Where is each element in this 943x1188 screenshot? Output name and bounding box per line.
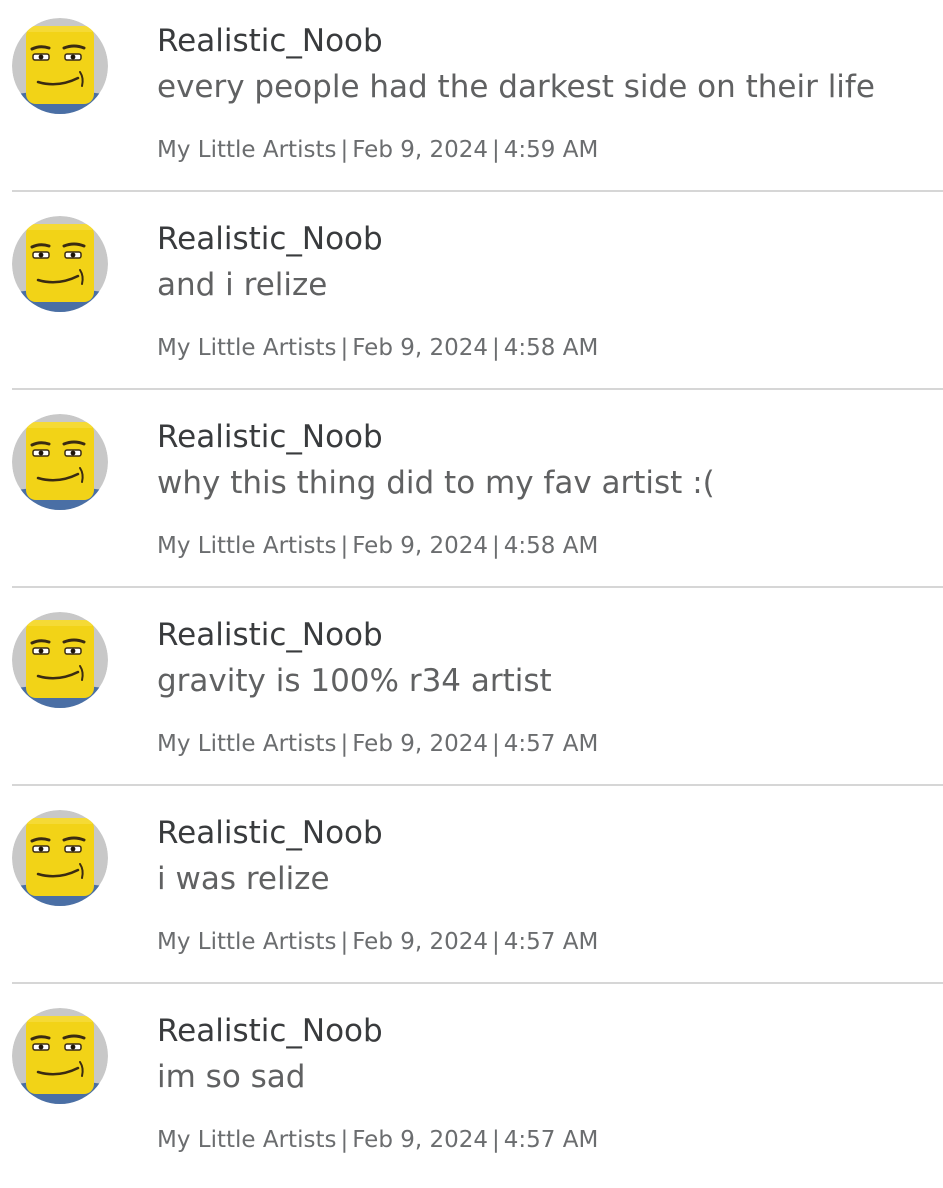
comment-divider	[12, 388, 943, 390]
comment-time: 4:58 AM	[503, 533, 599, 559]
comment-meta: My Little Artists | Feb 9, 2024 | 4:57 AM	[157, 729, 598, 759]
comment-group-link[interactable]: My Little Artists	[157, 137, 336, 163]
comment-username[interactable]: Realistic_Noob	[157, 1012, 383, 1050]
comment-message: gravity is 100% r34 artist	[157, 663, 552, 699]
comment-date: Feb 9, 2024	[352, 335, 489, 361]
meta-separator: |	[492, 1127, 500, 1153]
roblox-man-face-avatar-icon[interactable]	[12, 810, 108, 906]
comment-meta: My Little Artists | Feb 9, 2024 | 4:57 AM	[157, 1125, 598, 1155]
comment-feed: Realistic_Noob every people had the dark…	[0, 0, 943, 1170]
comment-item: Realistic_Noob why this thing did to my …	[0, 396, 943, 594]
comment-divider	[12, 190, 943, 192]
comment-message: im so sad	[157, 1059, 306, 1095]
comment-time: 4:57 AM	[503, 1127, 599, 1153]
comment-message: i was relize	[157, 861, 330, 897]
comment-date: Feb 9, 2024	[352, 929, 489, 955]
comment-divider	[12, 586, 943, 588]
comment-group-link[interactable]: My Little Artists	[157, 929, 336, 955]
meta-separator: |	[492, 731, 500, 757]
comment-date: Feb 9, 2024	[352, 533, 489, 559]
comment-message: why this thing did to my fav artist :(	[157, 465, 715, 501]
roblox-man-face-avatar-icon[interactable]	[12, 612, 108, 708]
roblox-man-face-avatar-icon[interactable]	[12, 216, 108, 312]
comment-meta: My Little Artists | Feb 9, 2024 | 4:58 AM	[157, 333, 598, 363]
meta-separator: |	[340, 1127, 349, 1153]
comment-item: Realistic_Noob gravity is 100% r34 artis…	[0, 594, 943, 792]
comment-item: Realistic_Noob and i relize My Little Ar…	[0, 198, 943, 396]
roblox-man-face-avatar-icon[interactable]	[12, 1008, 108, 1104]
comment-item: Realistic_Noob im so sad My Little Artis…	[0, 990, 943, 1188]
meta-separator: |	[340, 335, 349, 361]
roblox-man-face-avatar-icon[interactable]	[12, 414, 108, 510]
comment-username[interactable]: Realistic_Noob	[157, 418, 383, 456]
comment-username[interactable]: Realistic_Noob	[157, 22, 383, 60]
meta-separator: |	[340, 533, 349, 559]
comment-time: 4:57 AM	[503, 929, 599, 955]
comment-username[interactable]: Realistic_Noob	[157, 616, 383, 654]
comment-username[interactable]: Realistic_Noob	[157, 814, 383, 852]
comment-date: Feb 9, 2024	[352, 731, 489, 757]
comment-divider	[12, 982, 943, 984]
meta-separator: |	[492, 137, 500, 163]
meta-separator: |	[492, 929, 500, 955]
comment-item: Realistic_Noob i was relize My Little Ar…	[0, 792, 943, 990]
meta-separator: |	[340, 137, 349, 163]
comment-meta: My Little Artists | Feb 9, 2024 | 4:57 AM	[157, 927, 598, 957]
comment-date: Feb 9, 2024	[352, 137, 489, 163]
comment-time: 4:57 AM	[503, 731, 599, 757]
meta-separator: |	[492, 335, 500, 361]
meta-separator: |	[492, 533, 500, 559]
comment-date: Feb 9, 2024	[352, 1127, 489, 1153]
meta-separator: |	[340, 929, 349, 955]
comment-message: every people had the darkest side on the…	[157, 69, 875, 105]
roblox-man-face-avatar-icon[interactable]	[12, 18, 108, 114]
meta-separator: |	[340, 731, 349, 757]
comment-group-link[interactable]: My Little Artists	[157, 335, 336, 361]
comment-username[interactable]: Realistic_Noob	[157, 220, 383, 258]
comment-group-link[interactable]: My Little Artists	[157, 731, 336, 757]
comment-meta: My Little Artists | Feb 9, 2024 | 4:59 AM	[157, 135, 598, 165]
comment-meta: My Little Artists | Feb 9, 2024 | 4:58 AM	[157, 531, 598, 561]
comment-item: Realistic_Noob every people had the dark…	[0, 0, 943, 198]
comment-message: and i relize	[157, 267, 328, 303]
comment-group-link[interactable]: My Little Artists	[157, 1127, 336, 1153]
comment-time: 4:58 AM	[503, 335, 599, 361]
comment-divider	[12, 784, 943, 786]
comment-group-link[interactable]: My Little Artists	[157, 533, 336, 559]
comment-time: 4:59 AM	[503, 137, 599, 163]
